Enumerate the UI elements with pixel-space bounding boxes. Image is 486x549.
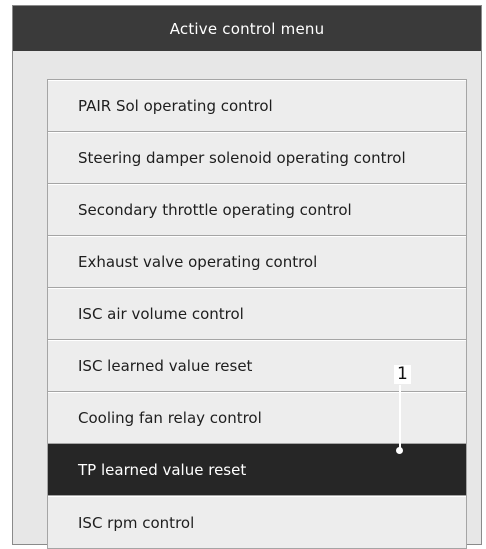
active-control-menu-list: PAIR Sol operating control Steering damp… (47, 79, 467, 549)
menu-item-isc-rpm-control[interactable]: ISC rpm control (48, 496, 466, 548)
menu-item-tp-learned-value-reset[interactable]: TP learned value reset (48, 444, 466, 496)
callout-pointer-dot (396, 447, 403, 454)
active-control-window: Active control menu PAIR Sol operating c… (12, 5, 482, 549)
menu-item-steering-damper-solenoid-operating-control[interactable]: Steering damper solenoid operating contr… (48, 132, 466, 184)
menu-item-pair-sol-operating-control[interactable]: PAIR Sol operating control (48, 80, 466, 132)
menu-item-exhaust-valve-operating-control[interactable]: Exhaust valve operating control (48, 236, 466, 288)
menu-item-secondary-throttle-operating-control[interactable]: Secondary throttle operating control (48, 184, 466, 236)
menu-item-isc-air-volume-control[interactable]: ISC air volume control (48, 288, 466, 340)
window-title-bar: Active control menu (13, 6, 481, 51)
window-title: Active control menu (169, 19, 325, 38)
callout-leader-line (399, 385, 401, 449)
callout-number-label: 1 (394, 365, 411, 384)
menu-item-cooling-fan-relay-control[interactable]: Cooling fan relay control (48, 392, 466, 444)
